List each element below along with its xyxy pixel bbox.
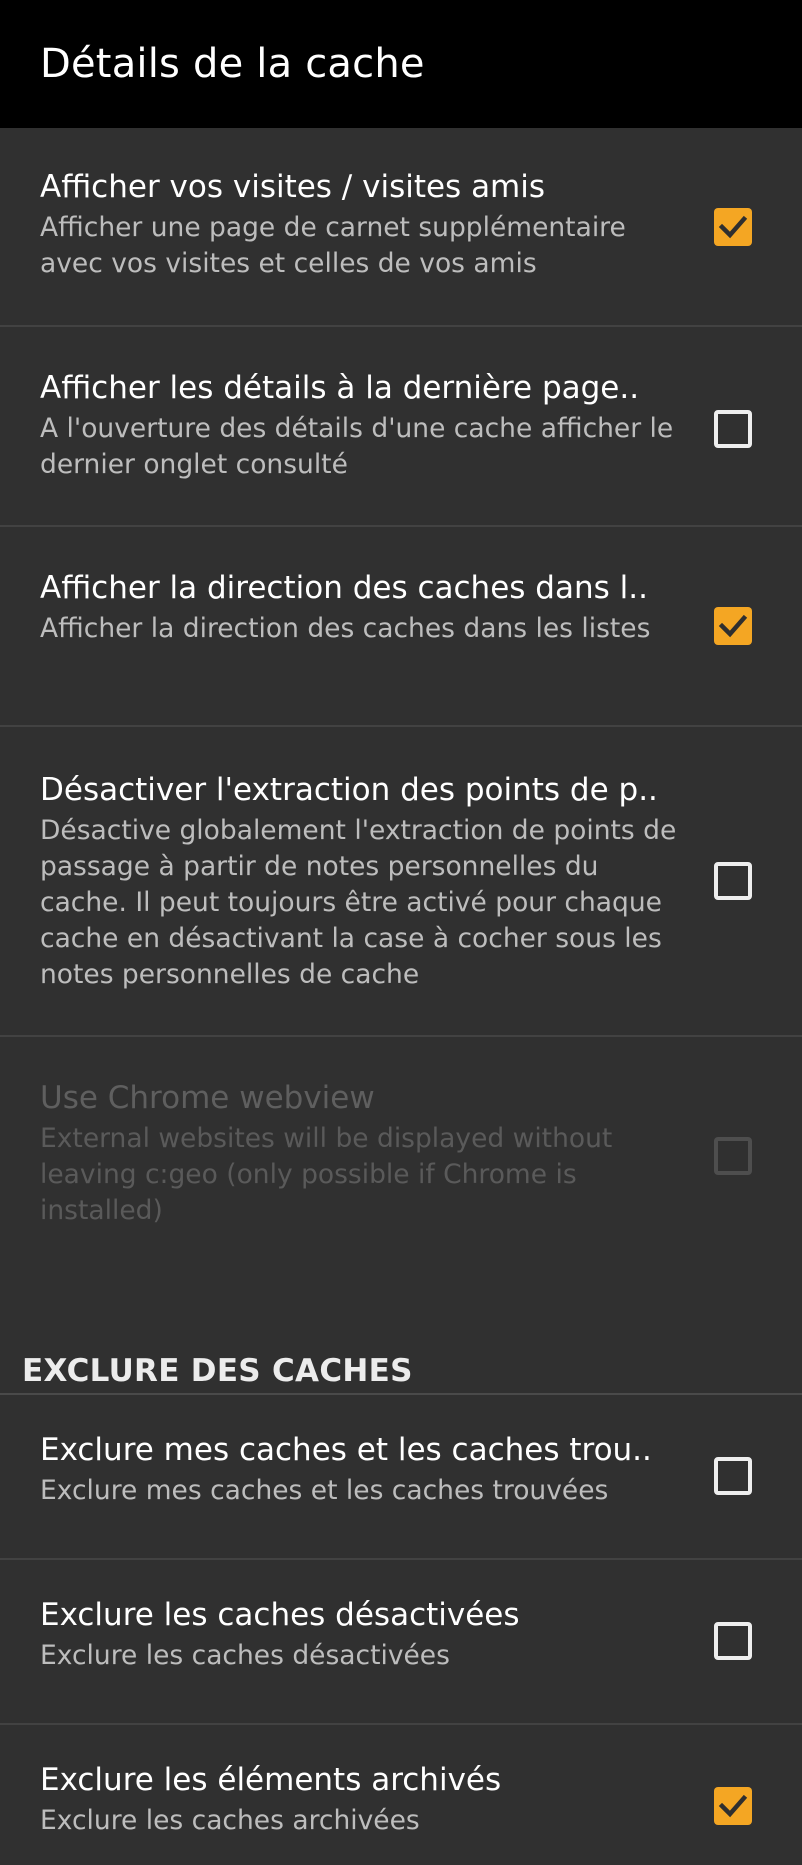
checkbox-show-friend-logs[interactable] — [714, 208, 752, 246]
pref-text: Désactiver l'extraction des points de p.… — [40, 769, 680, 993]
checkbox-exclude-archived[interactable] — [714, 1787, 752, 1825]
pref-exclude-disabled[interactable]: Exclure les caches désactivées Exclure l… — [0, 1560, 802, 1725]
checkbox-use-chrome-webview — [714, 1137, 752, 1175]
pref-text: Exclure les éléments archivés Exclure le… — [40, 1759, 680, 1839]
checkbox-show-list-direction[interactable] — [714, 607, 752, 645]
pref-title: Afficher les détails à la dernière page.… — [40, 370, 640, 406]
settings-screen: Détails de la cache Afficher vos visites… — [0, 0, 802, 1865]
pref-text: Use Chrome webview External websites wil… — [40, 1077, 680, 1229]
pref-summary: Exclure mes caches et les caches trouvée… — [40, 1475, 609, 1506]
pref-disable-waypoint-extraction[interactable]: Désactiver l'extraction des points de p.… — [0, 727, 802, 1037]
pref-exclude-mine-and-found[interactable]: Exclure mes caches et les caches trou.. … — [0, 1395, 802, 1560]
pref-title: Exclure les caches désactivées — [40, 1597, 520, 1633]
app-bar: Détails de la cache — [0, 0, 802, 128]
pref-summary: Afficher une page de carnet supplémentai… — [40, 212, 626, 279]
pref-title: Exclure les éléments archivés — [40, 1762, 502, 1798]
pref-show-list-direction[interactable]: Afficher la direction des caches dans l.… — [0, 527, 802, 727]
pref-summary: Afficher la direction des caches dans le… — [40, 613, 651, 644]
pref-title: Exclure mes caches et les caches trou.. — [40, 1432, 652, 1468]
pref-title: Afficher vos visites / visites amis — [40, 169, 546, 205]
pref-title: Désactiver l'extraction des points de p.… — [40, 772, 658, 808]
section-header-exclude-caches: EXCLURE DES CACHES — [22, 1353, 413, 1389]
checkmark-icon — [718, 215, 748, 239]
pref-text: Afficher les détails à la dernière page.… — [40, 367, 680, 483]
pref-text: Afficher la direction des caches dans l.… — [40, 567, 680, 647]
pref-show-friend-logs[interactable]: Afficher vos visites / visites amis Affi… — [0, 130, 802, 327]
checkbox-disable-waypoint-extraction[interactable] — [714, 862, 752, 900]
pref-text: Afficher vos visites / visites amis Affi… — [40, 166, 680, 282]
pref-summary: Désactive globalement l'extraction de po… — [40, 815, 677, 990]
checkmark-icon — [718, 614, 748, 638]
pref-summary: A l'ouverture des détails d'une cache af… — [40, 413, 674, 480]
checkbox-open-last-details-page[interactable] — [714, 410, 752, 448]
pref-use-chrome-webview: Use Chrome webview External websites wil… — [0, 1037, 802, 1237]
pref-exclude-archived[interactable]: Exclure les éléments archivés Exclure le… — [0, 1725, 802, 1865]
pref-title: Use Chrome webview — [40, 1080, 375, 1116]
pref-open-last-details-page[interactable]: Afficher les détails à la dernière page.… — [0, 327, 802, 527]
pref-summary: External websites will be displayed with… — [40, 1123, 613, 1226]
pref-summary: Exclure les caches désactivées — [40, 1640, 450, 1671]
checkmark-icon — [718, 1794, 748, 1818]
pref-text: Exclure les caches désactivées Exclure l… — [40, 1594, 680, 1674]
pref-title: Afficher la direction des caches dans l.… — [40, 570, 648, 606]
page-title: Détails de la cache — [40, 41, 425, 87]
pref-text: Exclure mes caches et les caches trou.. … — [40, 1429, 680, 1509]
pref-summary: Exclure les caches archivées — [40, 1805, 420, 1836]
checkbox-exclude-disabled[interactable] — [714, 1622, 752, 1660]
checkbox-exclude-mine-and-found[interactable] — [714, 1457, 752, 1495]
